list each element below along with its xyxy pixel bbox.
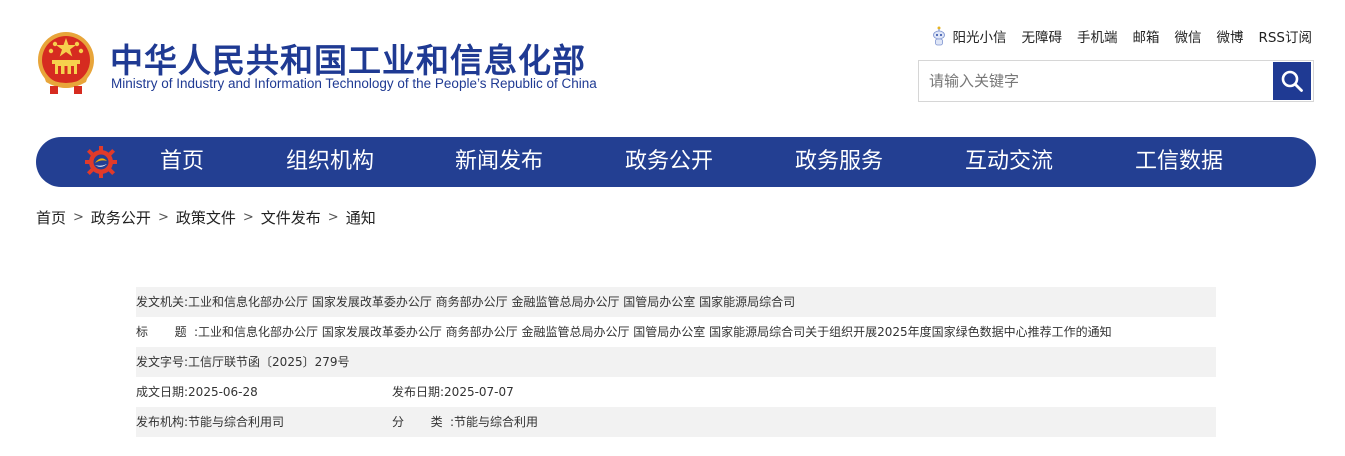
nav-item-home[interactable]: 首页: [160, 137, 204, 187]
breadcrumb-government-affairs[interactable]: 政务公开: [91, 207, 151, 228]
info-row-doc-number: 发文字号:工信厅联节函〔2025〕279号: [136, 347, 1216, 377]
doc-number-label: 发文字号:: [136, 355, 189, 369]
main-nav: 首页 组织机构 新闻发布 政务公开 政务服务 互动交流 工信数据: [36, 137, 1316, 187]
breadcrumb-separator: >: [242, 210, 254, 225]
breadcrumb-home[interactable]: 首页: [36, 207, 66, 228]
org-label: 发布机构:: [136, 415, 189, 429]
robot-assistant-icon: [933, 26, 946, 46]
info-row-dates: 成文日期:2025-06-28 发布日期:2025-07-07: [136, 377, 1216, 407]
search-button[interactable]: [1273, 62, 1311, 100]
page: 中华人民共和国工业和信息化部 Ministry of Industry and …: [0, 0, 1345, 456]
nav-item-government-services[interactable]: 政务服务: [795, 137, 883, 187]
issuer-value: 工业和信息化部办公厅 国家发展改革委办公厅 商务部办公厅 金融监管总局办公厅 国…: [188, 295, 796, 309]
search-box: [918, 60, 1314, 102]
nav-item-data[interactable]: 工信数据: [1135, 137, 1223, 187]
national-emblem-icon: [38, 32, 94, 94]
published-date-label: 发布日期:: [392, 385, 445, 399]
breadcrumb-notice: 通知: [345, 209, 376, 227]
info-row-issuer: 发文机关:工业和信息化部办公厅 国家发展改革委办公厅 商务部办公厅 金融监管总局…: [136, 287, 1216, 317]
breadcrumb-document-release[interactable]: 文件发布: [261, 207, 321, 228]
breadcrumb-policy-documents[interactable]: 政策文件: [176, 207, 236, 228]
org-value: 节能与综合利用司: [188, 415, 285, 429]
category-label: 分 类:: [392, 415, 454, 429]
breadcrumb-separator: >: [73, 210, 84, 225]
link-accessibility[interactable]: 无障碍: [1021, 26, 1062, 46]
published-date-value: 2025-07-07: [444, 385, 514, 399]
nav-item-news[interactable]: 新闻发布: [455, 137, 543, 187]
link-rss[interactable]: RSS订阅: [1258, 26, 1312, 46]
nav-item-organization[interactable]: 组织机构: [286, 137, 374, 187]
top-utility-links: 阳光小信 无障碍 手机端 邮箱 微信 微博 RSS订阅: [932, 26, 1312, 46]
category-value: 节能与综合利用: [454, 415, 539, 429]
info-row-title: 标 题:工业和信息化部办公厅 国家发展改革委办公厅 商务部办公厅 金融监管总局办…: [136, 317, 1216, 347]
title-value: 工业和信息化部办公厅 国家发展改革委办公厅 商务部办公厅 金融监管总局办公厅 国…: [198, 325, 1112, 339]
created-date-label: 成文日期:: [136, 385, 189, 399]
issuer-label: 发文机关:: [136, 295, 189, 309]
site-subtitle: Ministry of Industry and Information Tec…: [111, 76, 597, 91]
breadcrumb-separator: >: [327, 210, 339, 225]
link-sunshine-xiaoxin-label: 阳光小信: [952, 30, 1007, 46]
nav-item-interaction[interactable]: 互动交流: [965, 137, 1053, 187]
info-row-org-category: 发布机构:节能与综合利用司 分 类:节能与综合利用: [136, 407, 1216, 437]
created-date-value: 2025-06-28: [188, 385, 258, 399]
link-mail[interactable]: 邮箱: [1132, 26, 1159, 46]
breadcrumb-separator: >: [157, 210, 169, 225]
search-input[interactable]: [919, 61, 1275, 101]
search-icon: [1281, 70, 1303, 92]
link-wechat[interactable]: 微信: [1174, 26, 1201, 46]
doc-number-value: 工信厅联节函〔2025〕279号: [188, 355, 350, 369]
breadcrumb: 首页 > 政务公开 > 政策文件 > 文件发布 > 通知: [36, 207, 376, 228]
link-sunshine-xiaoxin[interactable]: 阳光小信: [932, 26, 1006, 46]
document-info-table: 发文机关:工业和信息化部办公厅 国家发展改革委办公厅 商务部办公厅 金融监管总局…: [136, 287, 1216, 437]
title-label: 标 题:: [136, 325, 198, 339]
link-mobile[interactable]: 手机端: [1077, 26, 1118, 46]
site-title: 中华人民共和国工业和信息化部: [110, 41, 586, 80]
link-weibo[interactable]: 微博: [1216, 26, 1243, 46]
gear-logo-icon: [85, 146, 117, 178]
nav-item-government-affairs[interactable]: 政务公开: [625, 137, 713, 187]
